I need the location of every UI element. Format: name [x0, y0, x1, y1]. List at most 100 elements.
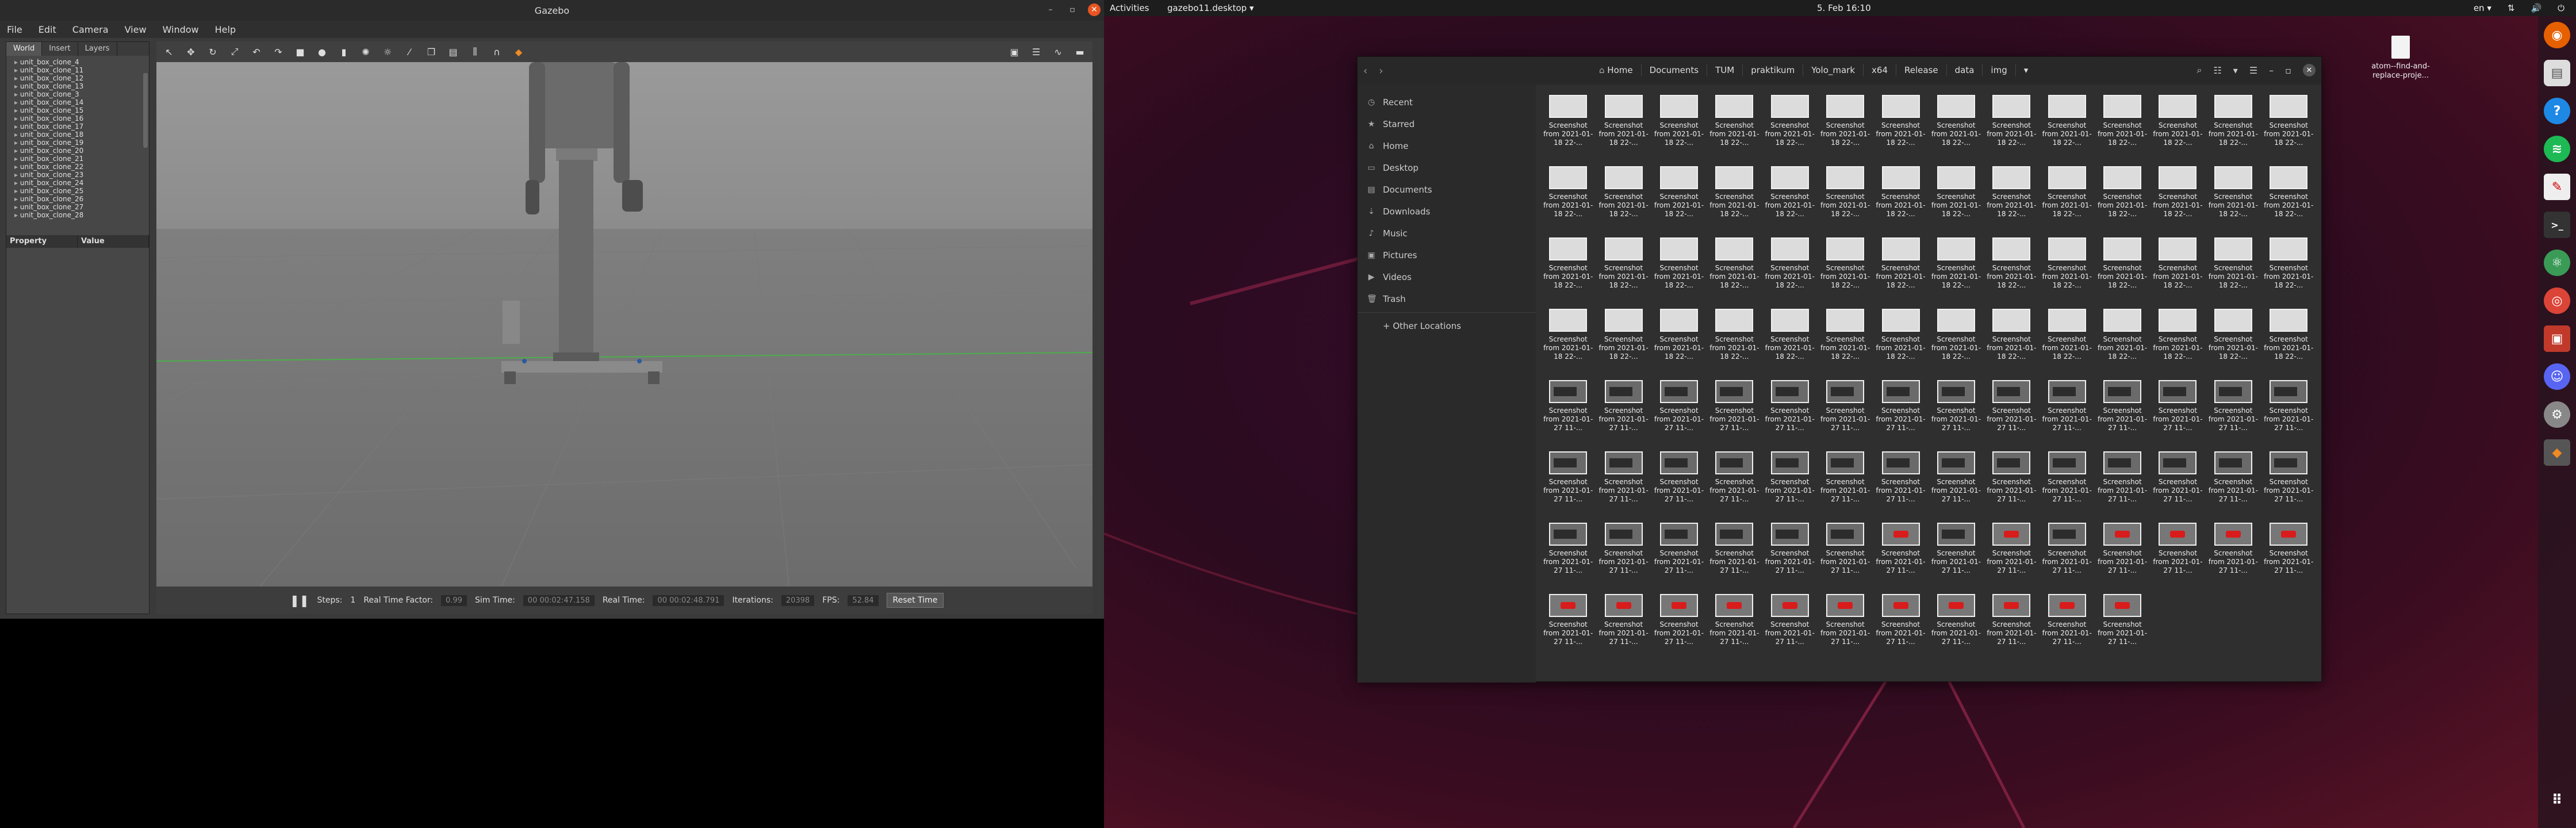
file-item[interactable]: Screenshot from 2021-01-18 22-... — [1929, 305, 1984, 377]
menu-camera[interactable]: Camera — [72, 24, 109, 35]
file-item[interactable]: Screenshot from 2021-01-27 11-... — [1651, 448, 1707, 519]
file-item[interactable]: Screenshot from 2021-01-27 11-... — [1929, 377, 1984, 448]
file-item[interactable]: Screenshot from 2021-01-18 22-... — [2095, 234, 2150, 305]
gazebo-icon[interactable]: ◆ — [2544, 439, 2570, 466]
tree-item[interactable]: unit_box_clone_13 — [14, 82, 149, 90]
file-item[interactable]: Screenshot from 2021-01-18 22-... — [1873, 305, 1928, 377]
file-item[interactable]: Screenshot from 2021-01-18 22-... — [2206, 91, 2261, 163]
file-item[interactable]: Screenshot from 2021-01-18 22-... — [1762, 234, 1818, 305]
file-item[interactable]: Screenshot from 2021-01-18 22-... — [2150, 163, 2205, 234]
file-item[interactable]: Screenshot from 2021-01-27 11-... — [2261, 519, 2316, 591]
help-icon[interactable]: ? — [2544, 98, 2570, 124]
point-light-icon[interactable]: ✺ — [360, 46, 371, 57]
sidebar-item-other-locations[interactable]: + Other Locations — [1358, 315, 1536, 337]
file-item[interactable]: Screenshot from 2021-01-27 11-... — [1707, 377, 1762, 448]
file-item[interactable]: Screenshot from 2021-01-18 22-... — [1596, 305, 1651, 377]
back-icon[interactable]: ‹ — [1363, 65, 1367, 77]
file-item[interactable]: Screenshot from 2021-01-27 11-... — [1873, 519, 1928, 591]
atom-icon[interactable]: ⚛ — [2544, 250, 2570, 276]
cylinder-icon[interactable]: ▮ — [338, 46, 350, 57]
select-icon[interactable]: ↖ — [163, 46, 175, 57]
app-grid-icon[interactable]: ⠿ — [2544, 787, 2570, 813]
language-indicator[interactable]: en ▾ — [2474, 3, 2491, 13]
reset-time-button[interactable]: Reset Time — [886, 593, 944, 608]
file-item[interactable]: Screenshot from 2021-01-18 22-... — [2040, 305, 2095, 377]
menu-window[interactable]: Window — [163, 24, 199, 35]
file-item[interactable]: Screenshot from 2021-01-18 22-... — [2261, 91, 2316, 163]
file-item[interactable]: Screenshot from 2021-01-27 11-... — [1818, 591, 1873, 662]
tree-item[interactable]: unit_box_clone_12 — [14, 74, 149, 82]
tree-item[interactable]: unit_box_clone_17 — [14, 122, 149, 131]
clock[interactable]: 5. Feb 16:10 — [1817, 3, 1871, 13]
file-item[interactable]: Screenshot from 2021-01-18 22-... — [1596, 163, 1651, 234]
file-item[interactable]: Screenshot from 2021-01-18 22-... — [1929, 163, 1984, 234]
file-item[interactable]: Screenshot from 2021-01-27 11-... — [1596, 591, 1651, 662]
file-item[interactable]: Screenshot from 2021-01-27 11-... — [1651, 591, 1707, 662]
file-item[interactable]: Screenshot from 2021-01-18 22-... — [1929, 234, 1984, 305]
sidebar-item-desktop[interactable]: ▭ Desktop — [1358, 157, 1536, 179]
crumb-data[interactable]: data — [1946, 64, 1983, 76]
file-item[interactable]: Screenshot from 2021-01-18 22-... — [2206, 305, 2261, 377]
file-item[interactable]: Screenshot from 2021-01-27 11-... — [1596, 448, 1651, 519]
file-item[interactable]: Screenshot from 2021-01-18 22-... — [1762, 91, 1818, 163]
crumb-tum[interactable]: TUM — [1707, 64, 1742, 76]
log-icon[interactable]: ☰ — [1030, 46, 1042, 57]
tab-layers[interactable]: Layers — [78, 42, 117, 56]
file-item[interactable]: Screenshot from 2021-01-27 11-... — [1707, 448, 1762, 519]
file-item[interactable]: Screenshot from 2021-01-27 11-... — [2150, 377, 2205, 448]
maximize-icon[interactable]: ▫ — [2285, 65, 2291, 76]
file-item[interactable]: Screenshot from 2021-01-18 22-... — [1651, 234, 1707, 305]
file-item[interactable]: Screenshot from 2021-01-27 11-... — [1707, 591, 1762, 662]
file-item[interactable]: Screenshot from 2021-01-27 11-... — [2206, 377, 2261, 448]
translate-icon[interactable]: ✥ — [185, 46, 197, 57]
file-item[interactable]: Screenshot from 2021-01-18 22-... — [2206, 234, 2261, 305]
menu-view[interactable]: View — [125, 24, 147, 35]
copy-icon[interactable]: ❐ — [425, 46, 437, 57]
file-item[interactable]: Screenshot from 2021-01-18 22-... — [1929, 91, 1984, 163]
file-item[interactable]: Screenshot from 2021-01-18 22-... — [1984, 234, 2039, 305]
crumb-home[interactable]: Home — [1591, 64, 1641, 76]
file-item[interactable]: Screenshot from 2021-01-27 11-... — [1707, 519, 1762, 591]
file-item[interactable]: Screenshot from 2021-01-27 11-... — [1762, 591, 1818, 662]
tab-world[interactable]: World — [6, 42, 43, 56]
file-item[interactable]: Screenshot from 2021-01-18 22-... — [1651, 163, 1707, 234]
volume-icon[interactable]: 🔊 — [2531, 3, 2542, 13]
file-item[interactable]: Screenshot from 2021-01-27 11-... — [1651, 519, 1707, 591]
crumb-x64[interactable]: x64 — [1863, 64, 1896, 76]
file-item[interactable]: Screenshot from 2021-01-27 11-... — [2150, 448, 2205, 519]
sidebar-item-trash[interactable]: 🗑 Trash — [1358, 288, 1536, 310]
file-item[interactable]: Screenshot from 2021-01-18 22-... — [2150, 305, 2205, 377]
file-item[interactable]: Screenshot from 2021-01-18 22-... — [2150, 234, 2205, 305]
scale-icon[interactable]: ⤢ — [229, 46, 240, 57]
file-item[interactable]: Screenshot from 2021-01-27 11-... — [1762, 377, 1818, 448]
align-icon[interactable]: ⫼ — [469, 46, 481, 57]
file-item[interactable]: Screenshot from 2021-01-27 11-... — [1540, 377, 1596, 448]
tree-item[interactable]: unit_box_clone_4 — [14, 58, 149, 66]
tree-item[interactable]: unit_box_clone_21 — [14, 155, 149, 163]
file-item[interactable]: Screenshot from 2021-01-18 22-... — [2040, 163, 2095, 234]
box-icon[interactable]: ■ — [294, 46, 306, 57]
tab-insert[interactable]: Insert — [42, 42, 78, 56]
sidebar-item-music[interactable]: ♪ Music — [1358, 223, 1536, 244]
file-item[interactable]: Screenshot from 2021-01-18 22-... — [2040, 91, 2095, 163]
search-icon[interactable]: ⌕ — [2196, 64, 2202, 76]
file-item[interactable]: Screenshot from 2021-01-18 22-... — [1818, 234, 1873, 305]
tree-scrollbar[interactable] — [143, 73, 148, 148]
tree-item[interactable]: unit_box_clone_16 — [14, 114, 149, 122]
file-item[interactable]: Screenshot from 2021-01-18 22-... — [2261, 234, 2316, 305]
file-item[interactable]: Screenshot from 2021-01-27 11-... — [2261, 448, 2316, 519]
file-item[interactable]: Screenshot from 2021-01-18 22-... — [2261, 163, 2316, 234]
paste-icon[interactable]: ▤ — [447, 46, 459, 57]
file-item[interactable]: Screenshot from 2021-01-18 22-... — [1984, 91, 2039, 163]
tree-item[interactable]: unit_box_clone_11 — [14, 66, 149, 74]
file-item[interactable]: Screenshot from 2021-01-18 22-... — [1651, 305, 1707, 377]
rotate-icon[interactable]: ↻ — [207, 46, 218, 57]
tree-item[interactable]: unit_box_clone_24 — [14, 179, 149, 187]
file-item[interactable]: Screenshot from 2021-01-18 22-... — [1596, 234, 1651, 305]
minimize-icon[interactable]: – — [1044, 3, 1057, 16]
tree-item[interactable]: unit_box_clone_3 — [14, 90, 149, 98]
spot-light-icon[interactable]: ☼ — [382, 46, 393, 57]
file-item[interactable]: Screenshot from 2021-01-27 11-... — [1596, 377, 1651, 448]
tree-item[interactable]: unit_box_clone_15 — [14, 106, 149, 114]
app-menu[interactable]: gazebo11.desktop ▾ — [1167, 3, 1254, 13]
